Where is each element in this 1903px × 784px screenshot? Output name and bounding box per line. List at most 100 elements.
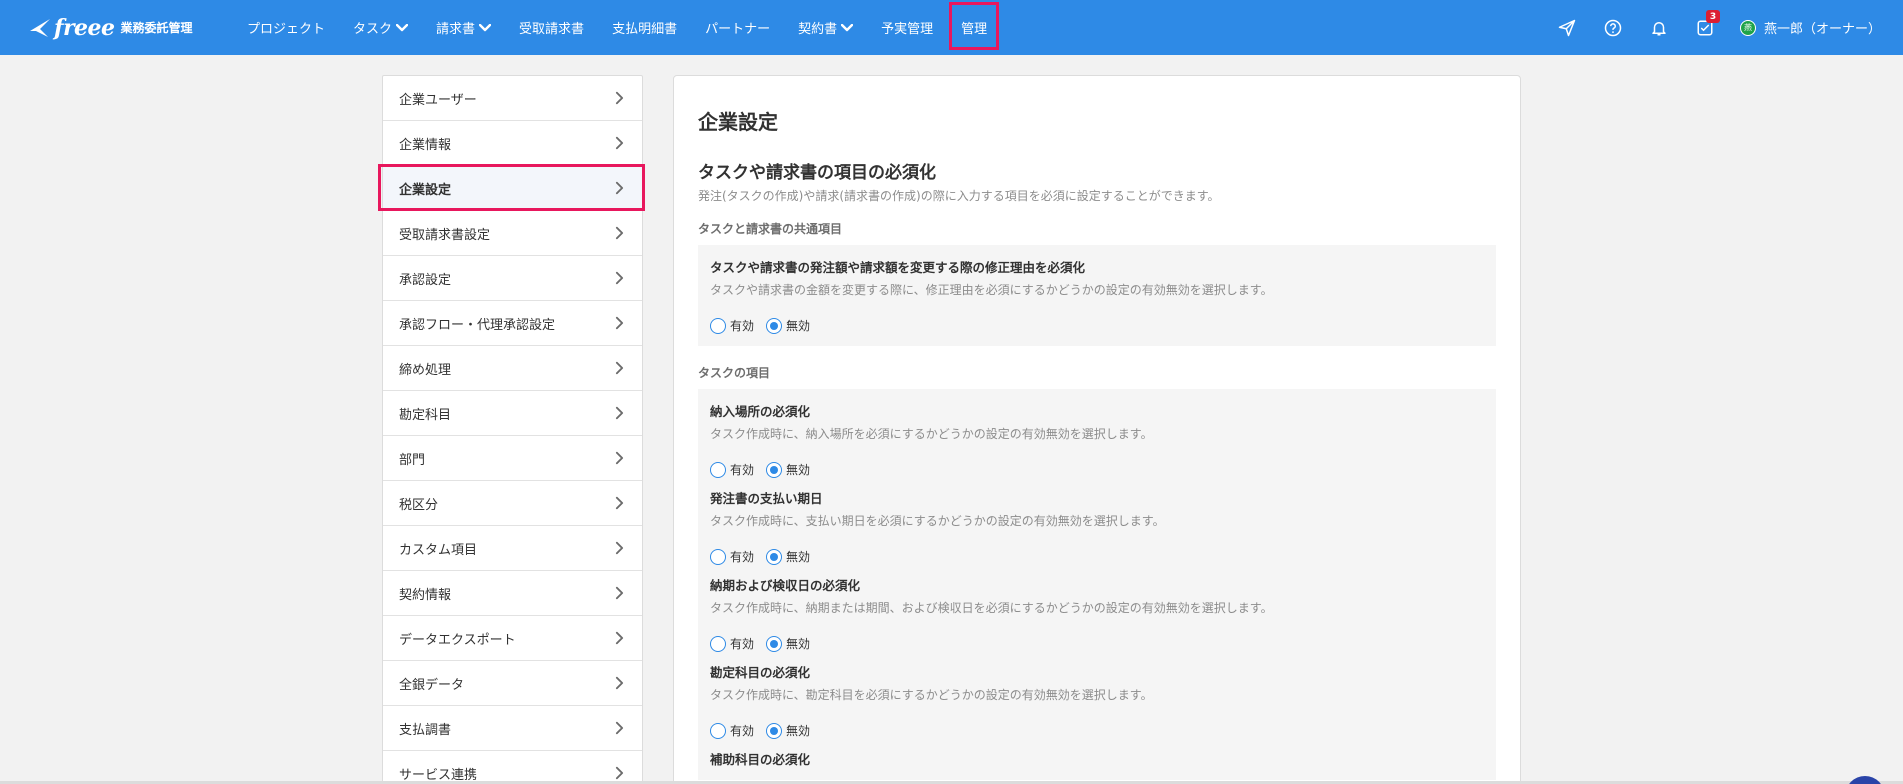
main-nav: プロジェクト タスク 請求書 受取請求書 支払明細書 パートナー 契約書 予実管理 管理: [233, 0, 1001, 55]
radio-button-icon[interactable]: [766, 548, 783, 565]
radio-button-icon[interactable]: [710, 461, 726, 478]
sidebar-item-2[interactable]: 企業設定: [378, 164, 645, 211]
setting-item: 納入場所の必須化タスク作成時に、納入場所を必須にするかどうかの設定の有効無効を選…: [710, 401, 1484, 488]
sidebar-item-12[interactable]: データエクスポート: [383, 616, 642, 661]
radio-group: 有効 無効: [710, 317, 1484, 334]
sidebar-item-1[interactable]: 企業情報: [383, 121, 642, 166]
setting-title: 納入場所の必須化: [710, 404, 811, 419]
setting-description: タスク作成時に、勘定科目を必須にするかどうかの設定の有効無効を選択します。: [710, 688, 1153, 702]
radio-disabled[interactable]: 無効: [766, 548, 810, 565]
common-items-label: タスクと請求書の共通項目: [698, 222, 843, 236]
nav-item-5[interactable]: パートナー: [691, 0, 784, 55]
radio-label: 有効: [730, 724, 755, 738]
radio-button-icon[interactable]: [710, 548, 726, 565]
chevron-right-icon: [615, 406, 624, 420]
sidebar-item-label: 企業ユーザー: [399, 92, 477, 108]
radio-disabled[interactable]: 無効: [766, 722, 810, 739]
send-icon[interactable]: [1544, 0, 1590, 55]
radio-disabled[interactable]: 無効: [766, 461, 810, 478]
chevron-right-icon: [615, 361, 624, 375]
setting-description: タスク作成時に、納入場所を必須にするかどうかの設定の有効無効を選択します。: [710, 427, 1153, 441]
sidebar-item-label: 受取請求書設定: [399, 227, 491, 243]
nav-item-4[interactable]: 支払明細書: [598, 0, 691, 55]
section-description: 発注(タスクの作成)や請求(請求書の作成)の際に入力する項目を必須に設定すること…: [698, 189, 1220, 203]
sidebar-item-6[interactable]: 締め処理: [383, 346, 642, 391]
radio-disabled[interactable]: 無効: [766, 635, 810, 652]
sidebar-item-7[interactable]: 勘定科目: [383, 391, 642, 436]
sidebar-item-8[interactable]: 部門: [383, 436, 642, 481]
setting-item: 納期および検収日の必須化 タスク作成時に、納期または期間、および検収日を必須にする…: [710, 575, 1484, 662]
chevron-right-icon: [615, 721, 624, 735]
radio-button-icon[interactable]: [710, 635, 726, 652]
radio-enabled[interactable]: 有効: [710, 548, 754, 565]
sidebar-item-13[interactable]: 全銀データ: [383, 661, 642, 706]
nav-item-0[interactable]: プロジェクト: [233, 0, 339, 55]
nav-item-label: 支払明細書: [612, 22, 678, 37]
radio-label: 無効: [786, 463, 811, 477]
chevron-right-icon: [615, 676, 624, 690]
bird-logo-icon: [30, 18, 50, 37]
radio-label: 有効: [730, 463, 755, 477]
radio-enabled[interactable]: 有効: [710, 722, 754, 739]
sidebar-item-label: カスタム項目: [399, 542, 478, 558]
page-title: 企業設定: [698, 110, 778, 134]
chevron-right-icon: [615, 631, 624, 645]
sidebar-item-label: 承認フロー・代理承認設定: [399, 317, 556, 333]
sidebar-item-14[interactable]: 支払調書: [383, 706, 642, 751]
radio-button-icon[interactable]: [710, 722, 726, 739]
help-icon[interactable]: [1590, 0, 1636, 55]
sidebar-item-label: サービス連携: [399, 767, 478, 783]
freee-logo: freee: [28, 15, 115, 41]
sidebar-item-9[interactable]: 税区分: [383, 481, 642, 526]
nav-item-2[interactable]: 請求書: [422, 0, 505, 55]
radio-group: 有効 無効: [710, 461, 1484, 478]
radio-button-icon[interactable]: [766, 461, 783, 478]
radio-label: 無効: [786, 724, 811, 738]
nav-item-7[interactable]: 予実管理: [867, 0, 947, 55]
nav-item-3[interactable]: 受取請求書: [505, 0, 598, 55]
radio-button-icon[interactable]: [766, 317, 783, 334]
sidebar-item-3[interactable]: 受取請求書設定: [383, 211, 642, 256]
chevron-right-icon: [615, 586, 624, 600]
radio-group: 有効 無効: [710, 548, 1484, 565]
radio-label: 有効: [730, 550, 755, 564]
chevron-right-icon: [615, 226, 624, 240]
nav-item-6[interactable]: 契約書: [784, 0, 867, 55]
nav-item-label: パートナー: [705, 22, 771, 37]
radio-button-icon[interactable]: [710, 317, 726, 334]
chat-support-button[interactable]: [1845, 776, 1885, 784]
setting-description: タスク作成時に、支払い期日を必須にするかどうかの設定の有効無効を選択します。: [710, 514, 1165, 528]
sidebar-item-4[interactable]: 承認設定: [383, 256, 642, 301]
sidebar-item-10[interactable]: カスタム項目: [383, 526, 642, 571]
sidebar-item-label: データエクスポート: [399, 632, 516, 648]
user-menu[interactable]: 燕 燕一郎（オーナー）: [1728, 18, 1903, 37]
nav-item-label: プロジェクト: [247, 22, 326, 37]
radio-button-icon[interactable]: [766, 635, 783, 652]
task-check-icon[interactable]: 3: [1682, 0, 1728, 55]
bell-icon[interactable]: [1636, 0, 1682, 55]
sidebar-item-15[interactable]: サービス連携: [383, 751, 642, 784]
sidebar-item-5[interactable]: 承認フロー・代理承認設定: [383, 301, 642, 346]
radio-disabled[interactable]: 無効: [766, 317, 810, 334]
nav-item-label: 管理: [961, 22, 988, 37]
logo-text: freee: [54, 14, 115, 41]
sidebar-item-0[interactable]: 企業ユーザー: [383, 76, 642, 121]
radio-enabled[interactable]: 有効: [710, 317, 754, 334]
chevron-right-icon: [615, 271, 624, 285]
nav-item-label: 予実管理: [881, 22, 934, 37]
radio-enabled[interactable]: 有効: [710, 461, 754, 478]
radio-button-icon[interactable]: [766, 722, 783, 739]
task-items-label: タスクの項目: [698, 366, 771, 380]
setting-title: 発注書の支払い期日: [710, 491, 823, 506]
section-title: タスクや請求書の項目の必須化: [698, 163, 936, 183]
sidebar-item-label: 企業設定: [399, 182, 452, 198]
radio-enabled[interactable]: 有効: [710, 635, 754, 652]
nav-item-8[interactable]: 管理: [947, 0, 1001, 55]
setting-description: タスクや請求書の金額を変更する際に、修正理由を必須にするかどうかの設定の有効無効…: [710, 283, 1273, 297]
sidebar-item-label: 税区分: [399, 497, 439, 513]
sidebar-item-11[interactable]: 契約情報: [383, 571, 642, 616]
app-logo[interactable]: freee 業務委託管理: [28, 15, 233, 41]
nav-item-1[interactable]: タスク: [339, 0, 422, 55]
common-settings-group: タスクや請求書の発注額や請求額を変更する際の修正理由を必須化 タスクや請求書の金額…: [698, 245, 1496, 346]
sidebar-item-label: 支払調書: [399, 722, 452, 738]
